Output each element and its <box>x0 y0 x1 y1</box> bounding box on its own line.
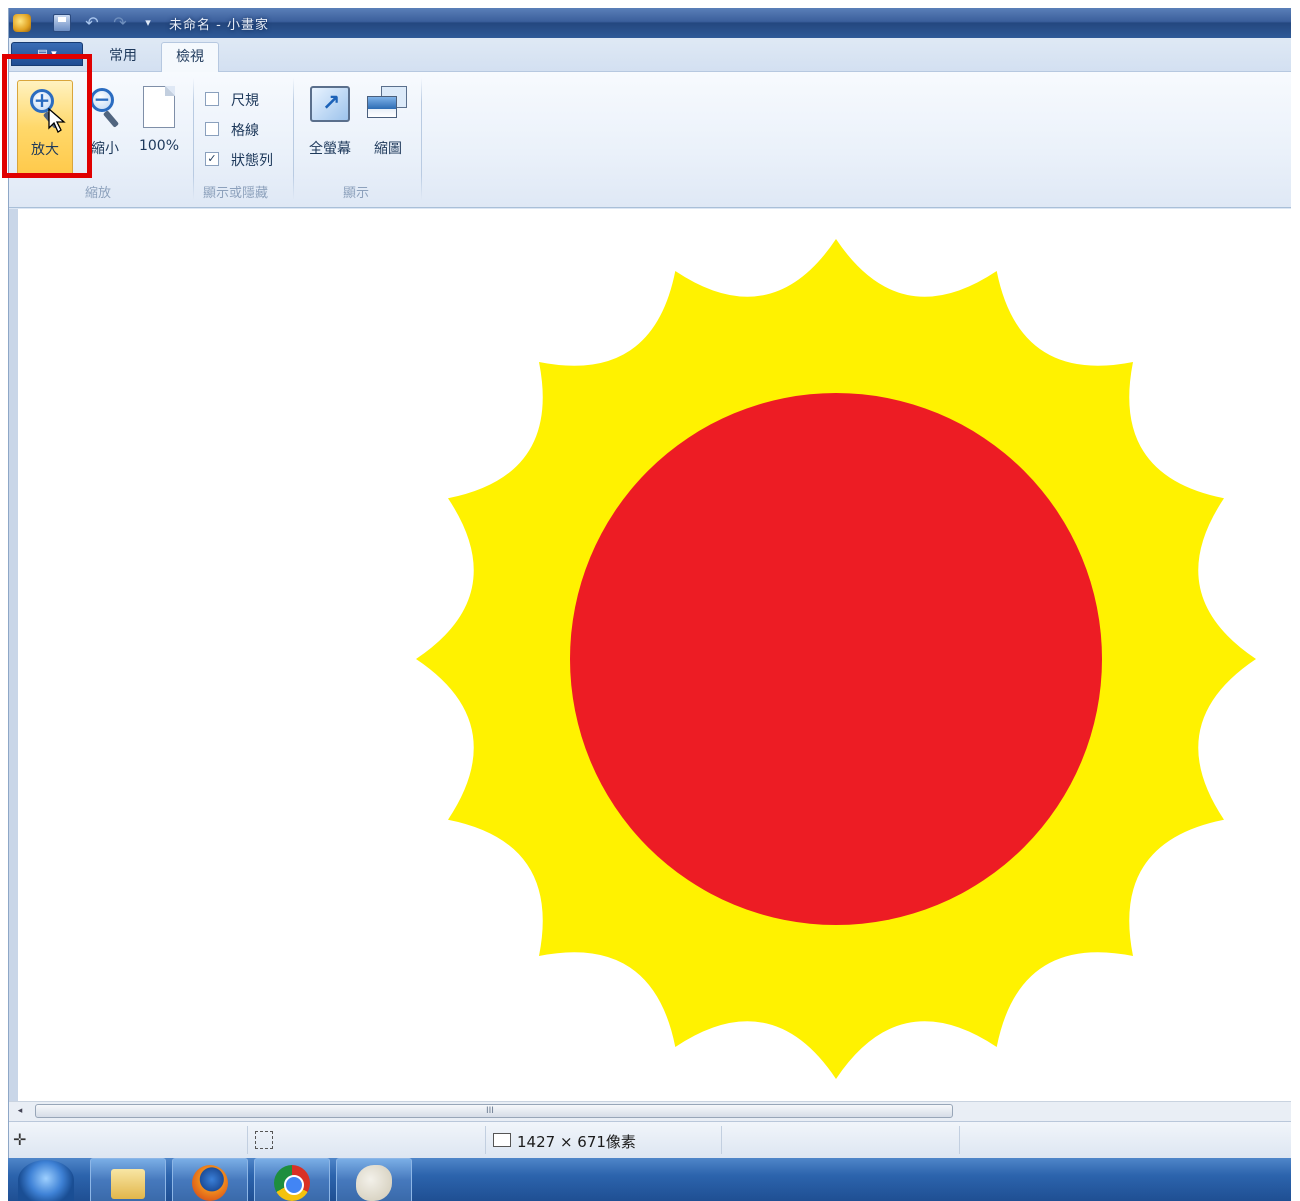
canvas-size-icon <box>493 1133 511 1147</box>
window-title: 未命名 - 小畫家 <box>169 18 269 33</box>
mouse-pointer-icon <box>48 108 66 133</box>
rulers-label: 尺規 <box>231 93 259 109</box>
zoom-100-button[interactable]: 100% <box>133 80 185 176</box>
drawing-canvas[interactable] <box>18 209 1291 1101</box>
rulers-checkbox[interactable] <box>205 92 219 106</box>
horizontal-scrollbar[interactable]: ◂ III <box>9 1101 1291 1121</box>
quick-access-dropdown-icon[interactable]: ▾ <box>139 14 157 32</box>
gridlines-checkbox[interactable] <box>205 122 219 136</box>
scroll-grip-icon: III <box>486 1106 494 1116</box>
paint-app-icon[interactable] <box>13 14 31 32</box>
actual-size-page-icon <box>143 86 175 128</box>
scroll-thumb[interactable]: III <box>35 1104 953 1118</box>
zoom-in-highlight-box <box>2 54 92 178</box>
group-divider <box>193 78 194 200</box>
fullscreen-button[interactable]: ↗ 全螢幕 <box>303 80 357 176</box>
group-divider <box>293 78 294 200</box>
canvas-size-text: 1427 × 671像素 <box>517 1133 636 1151</box>
tab-view[interactable]: 檢視 <box>161 42 219 72</box>
paint-palette-icon <box>356 1165 392 1201</box>
start-button[interactable] <box>18 1160 74 1201</box>
status-divider <box>721 1126 722 1154</box>
canvas-area <box>9 209 1291 1101</box>
undo-icon[interactable]: ↶ <box>83 14 101 32</box>
save-icon[interactable] <box>53 14 71 32</box>
group-divider <box>421 78 422 200</box>
chrome-icon <box>274 1165 310 1201</box>
folder-icon <box>111 1169 145 1199</box>
ribbon-view: + 放大 − 縮小 100% 縮放 尺規 格線 ✓ 狀態列 顯示或隱藏 ↗ 全螢… <box>9 72 1291 208</box>
zoom-group-label: 縮放 <box>85 186 112 201</box>
selection-size-icon <box>255 1131 273 1149</box>
tab-home[interactable]: 常用 <box>95 42 151 72</box>
fullscreen-label: 全螢幕 <box>309 141 351 157</box>
redo-icon[interactable]: ↷ <box>111 14 129 32</box>
cursor-position-icon: ✛ <box>13 1130 27 1149</box>
gridlines-label: 格線 <box>231 123 259 139</box>
status-bar-label: 狀態列 <box>231 153 273 169</box>
ribbon-tab-row: ▤ ▾ 常用 檢視 <box>9 38 1291 72</box>
paint-window: ↶ ↷ ▾ 未命名 - 小畫家 ▤ ▾ 常用 檢視 + 放大 − 縮小 100%… <box>8 8 1291 1158</box>
status-divider <box>959 1126 960 1154</box>
zoom-out-icon: − <box>88 86 122 130</box>
fullscreen-icon: ↗ <box>310 86 350 122</box>
zoom-100-label: 100% <box>138 138 180 154</box>
taskbar <box>8 1158 1291 1201</box>
taskbar-firefox-button[interactable] <box>172 1158 248 1201</box>
status-bar: ✛ 1427 × 671像素 <box>9 1121 1291 1158</box>
status-divider <box>485 1126 486 1154</box>
display-group-label: 顯示 <box>343 186 370 201</box>
scroll-left-icon[interactable]: ◂ <box>13 1104 27 1118</box>
show-hide-group-label: 顯示或隱藏 <box>203 186 269 201</box>
sun-disc <box>570 393 1102 925</box>
status-bar-checkbox[interactable]: ✓ <box>205 152 219 166</box>
status-divider <box>247 1126 248 1154</box>
taskbar-paint-button[interactable] <box>336 1158 412 1201</box>
thumbnail-icon <box>367 86 409 120</box>
thumbnail-button[interactable]: 縮圖 <box>361 80 415 176</box>
sun-drawing <box>416 239 1256 1079</box>
firefox-icon <box>192 1165 228 1201</box>
taskbar-chrome-button[interactable] <box>254 1158 330 1201</box>
thumbnail-label: 縮圖 <box>374 141 402 157</box>
taskbar-explorer-button[interactable] <box>90 1158 166 1201</box>
title-bar: ↶ ↷ ▾ 未命名 - 小畫家 <box>9 8 1291 38</box>
